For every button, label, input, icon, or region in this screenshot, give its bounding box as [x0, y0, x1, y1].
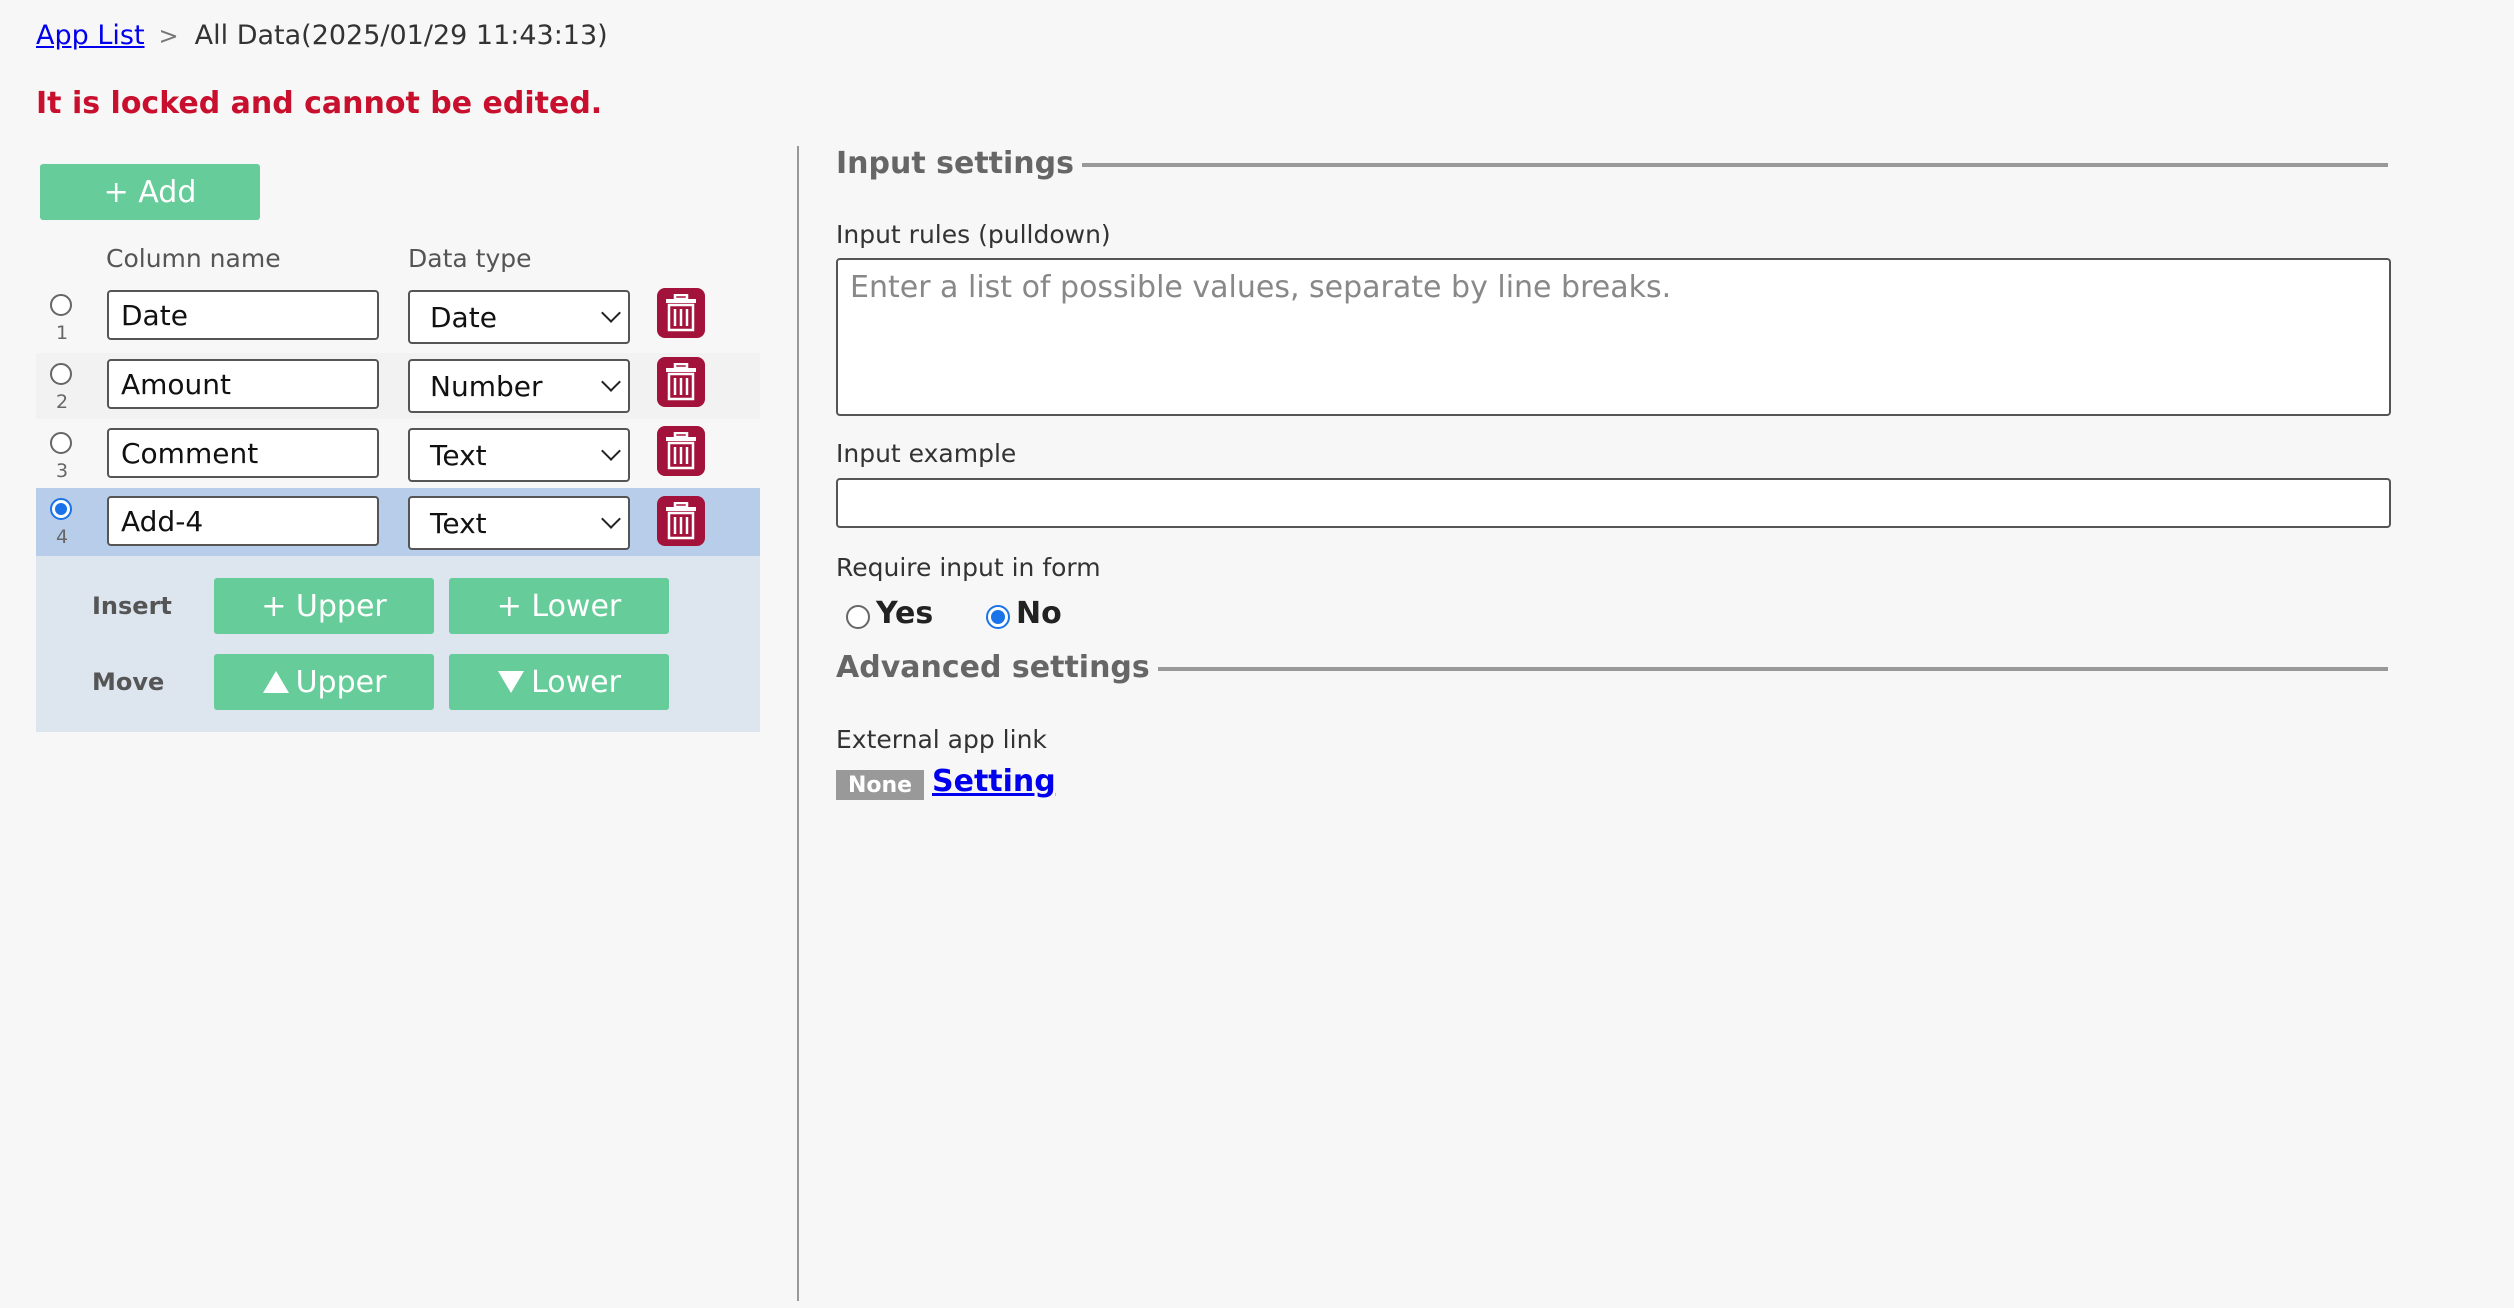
data-type-select[interactable]: Number	[408, 359, 630, 413]
column-name-input[interactable]	[107, 290, 379, 340]
breadcrumb-current: All Data(2025/01/29 11:43:13)	[194, 20, 608, 51]
row-select-radio[interactable]	[50, 294, 72, 316]
require-input-label: Require input in form	[836, 553, 1101, 582]
breadcrumb: App List > All Data(2025/01/29 11:43:13)	[36, 18, 608, 54]
input-settings-heading: Input settings	[836, 146, 2388, 181]
setting-link[interactable]: Setting	[932, 764, 1056, 799]
require-no-option[interactable]: No	[986, 596, 1062, 631]
move-upper-label: Upper	[295, 664, 387, 700]
heading-rule	[1082, 162, 2388, 167]
insert-upper-button[interactable]: + Upper	[214, 578, 434, 634]
row-number: 3	[56, 460, 69, 482]
triangle-up-icon	[262, 671, 289, 693]
move-label: Move	[92, 668, 165, 696]
add-column-button[interactable]: + Add	[40, 164, 260, 220]
delete-row-button[interactable]	[657, 496, 705, 546]
column-row: 1 Date	[36, 284, 760, 350]
yes-label: Yes	[876, 596, 934, 631]
advanced-settings-heading: Advanced settings	[836, 650, 2388, 685]
column-name-input[interactable]	[107, 496, 379, 546]
input-example-field[interactable]	[836, 478, 2391, 528]
triangle-down-icon	[498, 671, 525, 693]
input-example-label: Input example	[836, 439, 1017, 468]
data-type-value: Number	[430, 369, 543, 403]
data-type-select[interactable]: Text	[408, 428, 630, 482]
row-number: 1	[56, 322, 69, 344]
column-row-selected: 4 Text	[36, 488, 760, 556]
chevron-down-icon	[601, 372, 621, 392]
data-type-select[interactable]: Text	[408, 496, 630, 550]
row-actions-panel: Insert + Upper + Lower Move Upper Lower	[36, 556, 760, 732]
no-label: No	[1016, 596, 1062, 631]
delete-row-button[interactable]	[657, 357, 705, 407]
row-number: 2	[56, 391, 69, 413]
move-lower-button[interactable]: Lower	[449, 654, 669, 710]
insert-label: Insert	[92, 592, 172, 620]
trash-icon	[666, 363, 696, 401]
trash-icon	[666, 432, 696, 470]
input-rules-label: Input rules (pulldown)	[836, 220, 1111, 249]
data-type-select[interactable]: Date	[408, 290, 630, 344]
require-yes-option[interactable]: Yes	[846, 596, 933, 631]
delete-row-button[interactable]	[657, 426, 705, 476]
move-lower-label: Lower	[531, 664, 621, 700]
delete-row-button[interactable]	[657, 288, 705, 338]
status-badge: None	[836, 770, 924, 800]
row-number: 4	[56, 526, 69, 548]
row-select-radio[interactable]	[50, 363, 72, 385]
move-upper-button[interactable]: Upper	[214, 654, 434, 710]
column-row: 3 Text	[36, 422, 760, 488]
data-type-header: Data type	[408, 244, 532, 273]
insert-lower-button[interactable]: + Lower	[449, 578, 669, 634]
heading-rule	[1157, 666, 2388, 671]
trash-icon	[666, 502, 696, 540]
column-name-header: Column name	[106, 244, 281, 273]
panel-divider	[797, 146, 799, 1301]
input-settings-title: Input settings	[836, 146, 1074, 181]
data-type-value: Date	[430, 300, 497, 334]
app-list-link[interactable]: App List	[36, 18, 145, 54]
no-radio[interactable]	[986, 604, 1010, 629]
breadcrumb-separator: >	[158, 22, 179, 50]
column-name-input[interactable]	[107, 359, 379, 409]
data-type-value: Text	[430, 438, 487, 472]
row-select-radio[interactable]	[50, 432, 72, 454]
column-name-input[interactable]	[107, 428, 379, 478]
chevron-down-icon	[601, 441, 621, 461]
trash-icon	[666, 294, 696, 332]
input-rules-textarea[interactable]	[836, 258, 2391, 416]
chevron-down-icon	[601, 509, 621, 529]
column-row: 2 Number	[36, 353, 760, 419]
external-app-link-label: External app link	[836, 725, 1047, 754]
row-select-radio[interactable]	[50, 498, 72, 520]
lock-message: It is locked and cannot be edited.	[36, 86, 603, 121]
yes-radio[interactable]	[846, 604, 870, 629]
advanced-settings-title: Advanced settings	[836, 650, 1150, 685]
chevron-down-icon	[601, 303, 621, 323]
data-type-value: Text	[430, 506, 487, 540]
